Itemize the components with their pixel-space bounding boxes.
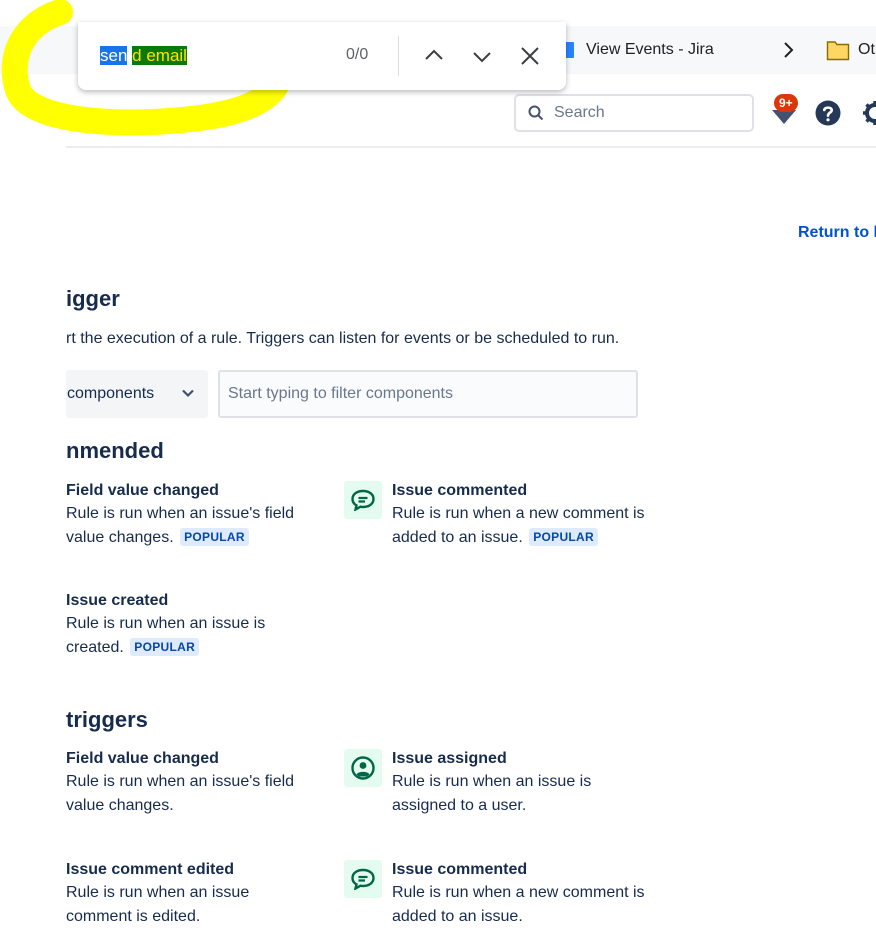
user-icon — [344, 749, 382, 787]
category-select-value: components — [67, 385, 155, 402]
folder-icon — [826, 41, 850, 61]
search-icon — [528, 105, 544, 121]
bookmark-jira-label: View Events - Jira — [586, 41, 714, 58]
bookmark-jira[interactable]: View Events - Jira — [564, 26, 714, 74]
component-description: Rule is run when an issue comment is edi… — [66, 884, 250, 925]
notification-count-badge: 9+ — [774, 94, 798, 112]
component-field-value-changed[interactable]: Field value changed Rule is run when an … — [66, 748, 326, 818]
find-divider — [398, 36, 399, 76]
component-title: Issue commented — [392, 861, 528, 878]
chevron-down-icon — [182, 389, 194, 398]
find-bar: sen d email 0/0 — [78, 22, 566, 90]
find-next-button[interactable] — [468, 42, 496, 70]
bookmark-folder-label: Ot — [858, 41, 875, 58]
chevron-right-icon[interactable] — [776, 38, 800, 62]
find-query-text-rest: d email — [132, 46, 187, 65]
filter-components-field[interactable] — [218, 370, 638, 418]
filter-components-input[interactable] — [220, 372, 636, 416]
component-title: Field value changed — [66, 750, 219, 767]
comment-icon — [344, 481, 382, 519]
component-issue-created[interactable]: Issue created Rule is run when an issue … — [66, 590, 326, 660]
component-title: Field value changed — [66, 482, 219, 499]
component-description: Rule is run when an issue's field value … — [66, 773, 295, 814]
return-link[interactable]: Return to l — [798, 224, 876, 242]
component-title: Issue commented — [392, 482, 528, 499]
page-title: igger — [66, 286, 120, 311]
chevron-up-icon — [425, 49, 443, 60]
popular-badge: POPULAR — [130, 638, 200, 656]
find-query-input[interactable]: sen d email — [100, 44, 187, 68]
find-query-text: sen — [100, 46, 128, 65]
popular-badge: POPULAR — [180, 528, 249, 546]
component-description: Rule is run when an issue is assigned to… — [392, 773, 592, 814]
component-title: Issue comment edited — [66, 861, 235, 878]
close-icon — [521, 47, 539, 65]
recommended-heading: nmended — [66, 438, 164, 463]
component-title: Issue assigned — [392, 750, 507, 767]
category-select[interactable]: components — [66, 370, 208, 418]
popular-badge: POPULAR — [529, 528, 598, 546]
component-title: Issue created — [66, 592, 169, 609]
search-input[interactable] — [554, 104, 734, 122]
page-description: rt the execution of a rule. Triggers can… — [66, 330, 620, 347]
find-previous-button[interactable] — [420, 42, 448, 70]
settings-gear-icon[interactable] — [862, 100, 876, 126]
find-match-count: 0/0 — [346, 46, 369, 63]
comment-icon — [344, 860, 382, 898]
component-issue-commented[interactable]: Issue commented Rule is run when a new c… — [392, 480, 652, 550]
triggers-heading: triggers — [66, 707, 148, 732]
component-issue-comment-edited[interactable]: Issue comment edited Rule is run when an… — [66, 859, 326, 929]
chevron-down-icon — [473, 52, 491, 63]
find-close-button[interactable] — [516, 42, 544, 70]
component-field-value-changed[interactable]: Field value changed Rule is run when an … — [66, 480, 326, 550]
help-icon[interactable] — [815, 100, 841, 126]
component-issue-assigned[interactable]: Issue assigned Rule is run when an issue… — [392, 748, 652, 818]
bookmark-folder[interactable]: Ot — [826, 26, 875, 74]
search-field[interactable] — [514, 94, 754, 132]
component-issue-commented[interactable]: Issue commented Rule is run when a new c… — [392, 859, 652, 929]
component-description: Rule is run when a new comment is added … — [392, 884, 645, 925]
component-description: Rule is run when a new comment is added … — [392, 505, 645, 546]
